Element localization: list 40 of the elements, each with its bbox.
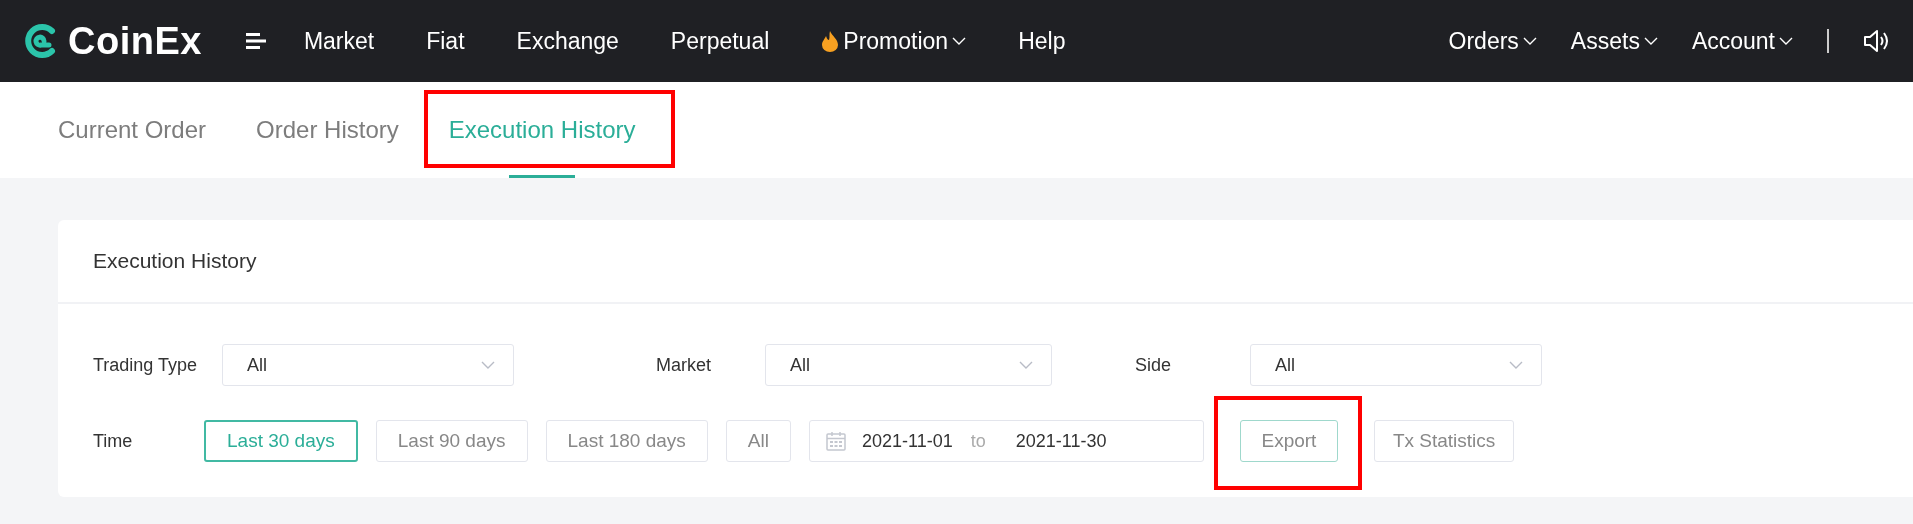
select-field[interactable]: All	[1250, 344, 1542, 386]
action-button[interactable]: Tx Statistics	[1373, 420, 1515, 462]
nav-link[interactable]: Promotion	[821, 27, 967, 55]
select-field[interactable]: All	[765, 344, 1052, 386]
date-range-field[interactable]: 2021-11-01 to 2021-11-30	[808, 420, 1204, 462]
card-title: Execution History	[93, 249, 257, 273]
date-separator: to	[970, 430, 986, 452]
range-button[interactable]: Last 180 days	[545, 420, 708, 462]
range-button[interactable]: All	[725, 420, 791, 462]
nav-link[interactable]: Orders	[1448, 27, 1537, 55]
filter-label: Trading Type	[93, 354, 199, 376]
caret-icon	[1509, 360, 1523, 370]
select-field[interactable]: All	[222, 344, 514, 386]
nav-link[interactable]: Assets	[1570, 27, 1658, 55]
calendar-icon	[825, 431, 846, 451]
nav-link[interactable]: Market	[303, 27, 375, 55]
filter-label: Market	[656, 354, 712, 376]
nav-link[interactable]: Help	[1018, 27, 1066, 55]
range-button[interactable]: Last 90 days	[375, 420, 528, 462]
nav-link[interactable]: Account	[1691, 27, 1793, 55]
nav-link[interactable]: Exchange	[516, 27, 619, 55]
start-date: 2021-11-01	[861, 430, 953, 452]
nav-link[interactable]: Fiat	[426, 27, 465, 55]
logo-text[interactable]: CoinEx	[68, 19, 202, 63]
caret-icon	[1779, 36, 1793, 46]
menu-icon[interactable]	[245, 33, 266, 49]
caret-icon	[1643, 36, 1658, 46]
end-date: 2021-11-30	[1015, 430, 1107, 452]
caret-icon	[1522, 36, 1537, 46]
filter-label: Time	[93, 430, 134, 452]
caret-icon	[1019, 360, 1033, 370]
flame-icon	[821, 30, 840, 52]
tab[interactable]: Current Order	[58, 82, 207, 178]
caret-icon	[481, 360, 495, 370]
nav-link[interactable]: Perpetual	[670, 27, 770, 55]
caret-icon	[952, 36, 967, 46]
action-button[interactable]: Export	[1239, 420, 1338, 462]
speaker-icon[interactable]	[1863, 29, 1891, 53]
filter-label: Side	[1135, 354, 1173, 376]
tab[interactable]: Order History	[256, 82, 399, 178]
